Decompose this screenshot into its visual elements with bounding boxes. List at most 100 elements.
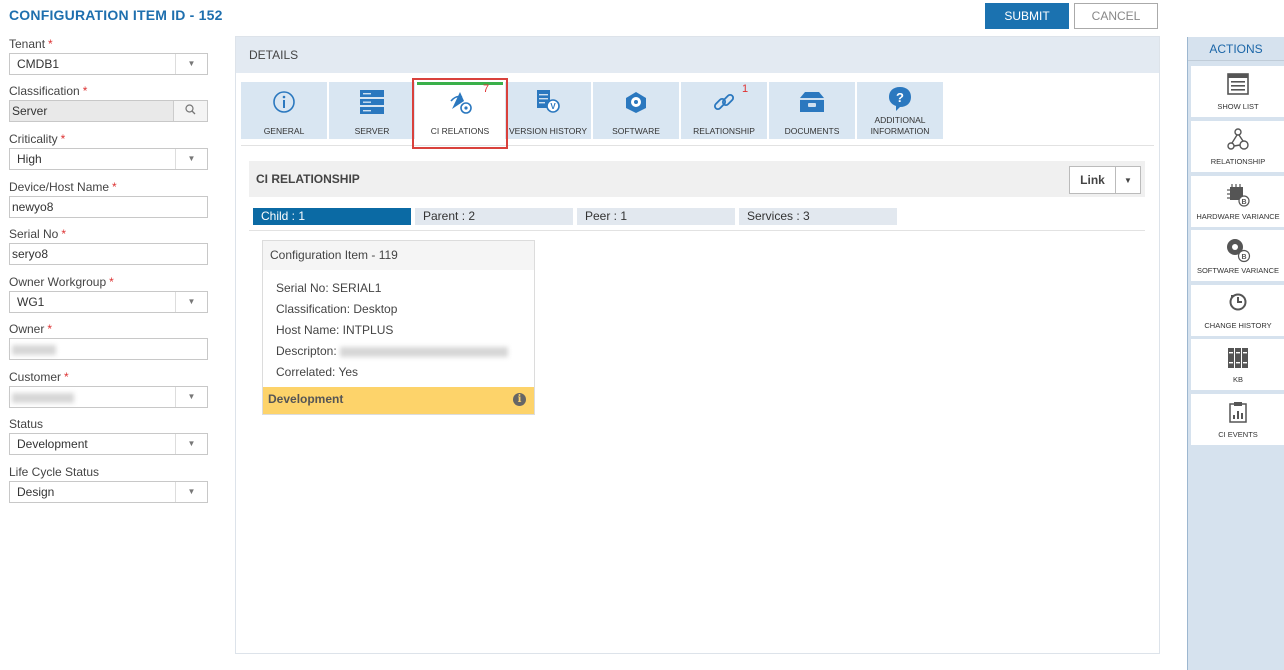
ci-correlated: Correlated: Yes	[276, 365, 359, 379]
question-icon: ?	[857, 85, 943, 113]
redacted-value	[12, 344, 56, 355]
chevron-down-icon: ▼	[175, 482, 207, 502]
subtab-parent[interactable]: Parent : 2	[415, 208, 573, 225]
ci-serial: Serial No: SERIAL1	[276, 281, 382, 295]
software-icon	[593, 88, 679, 116]
list-icon	[1191, 73, 1284, 97]
svg-text:B: B	[1241, 199, 1246, 206]
cancel-button[interactable]: CANCEL	[1074, 3, 1158, 29]
link-button[interactable]: Link	[1069, 166, 1116, 194]
criticality-label: Criticality	[9, 132, 58, 146]
documents-icon	[769, 88, 855, 116]
ci-status-band: Development i	[263, 387, 534, 414]
submit-button[interactable]: SUBMIT	[985, 3, 1069, 29]
serial-no-label: Serial No	[9, 227, 59, 241]
search-icon[interactable]	[173, 101, 207, 121]
link-icon	[681, 88, 767, 116]
subtabs-divider	[249, 230, 1145, 231]
owner-workgroup-select[interactable]: WG1 ▼	[9, 291, 208, 313]
redacted-value	[12, 392, 74, 403]
tenant-field: Tenant * CMDB1 ▼	[9, 36, 208, 75]
tab-label: DOCUMENTS	[784, 126, 840, 136]
customer-select[interactable]: ▼	[9, 386, 208, 408]
classification-label: Classification	[9, 84, 80, 98]
ci-events-icon	[1191, 401, 1284, 425]
redacted-value	[340, 346, 509, 357]
ci-description: Descripton:	[276, 344, 509, 358]
customer-field: Customer * ▼	[9, 369, 208, 408]
ci-relationship-header: CI RELATIONSHIP Link ▼	[249, 161, 1145, 197]
classification-input[interactable]: Server	[9, 100, 208, 122]
relationship-icon	[1191, 128, 1284, 152]
owner-workgroup-label: Owner Workgroup	[9, 275, 107, 289]
action-software-variance[interactable]: B SOFTWARE VARIANCE	[1191, 230, 1284, 281]
action-label: CI EVENTS	[1218, 430, 1258, 439]
action-label: RELATIONSHIP	[1210, 157, 1266, 166]
subtab-services[interactable]: Services : 3	[739, 208, 897, 225]
action-ci-events[interactable]: CI EVENTS	[1191, 394, 1284, 445]
ci-card[interactable]: Configuration Item - 119 Serial No: SERI…	[262, 240, 535, 415]
chevron-down-icon: ▼	[175, 387, 207, 407]
tenant-select[interactable]: CMDB1 ▼	[9, 53, 208, 75]
status-select[interactable]: Development ▼	[9, 433, 208, 455]
chevron-down-icon: ▼	[175, 54, 207, 74]
tab-label: SOFTWARE	[612, 126, 660, 136]
criticality-select[interactable]: High ▼	[9, 148, 208, 170]
criticality-field: Criticality * High ▼	[9, 131, 208, 170]
action-change-history[interactable]: CHANGE HISTORY	[1191, 285, 1284, 336]
tab-documents[interactable]: DOCUMENTS	[769, 82, 855, 139]
tab-additional-information[interactable]: ? ADDITIONAL INFORMATION	[857, 82, 943, 139]
tab-label: GENERAL	[263, 126, 305, 136]
actions-panel: ACTIONS SHOW LIST RELATIONSHIP B HARDWAR…	[1187, 37, 1284, 670]
details-header: DETAILS	[236, 37, 1159, 73]
tab-general[interactable]: GENERAL	[241, 82, 327, 139]
serial-no-input[interactable]: seryo8	[9, 243, 208, 265]
relationship-count: 1	[742, 83, 749, 95]
tab-relationship[interactable]: 1 RELATIONSHIP	[681, 82, 767, 139]
page-title: CONFIGURATION ITEM ID - 152	[9, 7, 223, 23]
action-hardware-variance[interactable]: B HARDWARE VARIANCE	[1191, 176, 1284, 227]
info-icon	[241, 88, 327, 116]
highlight-box	[412, 78, 508, 149]
life-cycle-status-label: Life Cycle Status	[9, 465, 100, 479]
action-label: CHANGE HISTORY	[1204, 321, 1272, 330]
software-variance-icon: B	[1191, 237, 1284, 263]
actions-title: ACTIONS	[1188, 37, 1284, 61]
device-host-name-field: Device/Host Name * newyo8	[9, 179, 208, 218]
info-icon[interactable]: i	[513, 393, 526, 406]
kb-icon	[1191, 346, 1284, 370]
hardware-variance-icon: B	[1191, 183, 1284, 207]
chevron-down-icon: ▼	[175, 149, 207, 169]
subtab-peer[interactable]: Peer : 1	[577, 208, 735, 225]
action-relationship[interactable]: RELATIONSHIP	[1191, 121, 1284, 172]
device-host-name-label: Device/Host Name	[9, 180, 110, 194]
svg-text:B: B	[1241, 254, 1246, 261]
serial-no-field: Serial No * seryo8	[9, 226, 208, 265]
tab-version-history[interactable]: V VERSION HISTORY	[505, 82, 591, 139]
svg-text:?: ?	[896, 90, 904, 105]
subtab-child[interactable]: Child : 1	[253, 208, 411, 225]
device-host-name-input[interactable]: newyo8	[9, 196, 208, 218]
change-history-icon	[1191, 292, 1284, 316]
tab-label: VERSION HISTORY	[508, 126, 588, 136]
customer-label: Customer	[9, 370, 62, 384]
svg-text:V: V	[550, 102, 556, 111]
classification-field: Classification * Server	[9, 83, 208, 122]
ci-card-title: Configuration Item - 119	[263, 241, 534, 270]
chevron-down-icon: ▼	[1124, 175, 1132, 185]
ci-relationship-title: CI RELATIONSHIP	[256, 172, 360, 186]
link-dropdown-button[interactable]: ▼	[1115, 166, 1141, 194]
server-icon	[329, 88, 415, 116]
ci-host-name: Host Name: INTPLUS	[276, 323, 394, 337]
owner-input[interactable]	[9, 338, 208, 360]
chevron-down-icon: ▼	[175, 292, 207, 312]
action-label: KB	[1232, 375, 1243, 384]
tab-label: ADDITIONAL INFORMATION	[870, 115, 930, 136]
action-show-list[interactable]: SHOW LIST	[1191, 66, 1284, 117]
tab-server[interactable]: SERVER	[329, 82, 415, 139]
owner-label: Owner	[9, 322, 45, 336]
tab-software[interactable]: SOFTWARE	[593, 82, 679, 139]
action-kb[interactable]: KB	[1191, 339, 1284, 390]
ci-classification: Classification: Desktop	[276, 302, 398, 316]
life-cycle-status-select[interactable]: Design ▼	[9, 481, 208, 503]
